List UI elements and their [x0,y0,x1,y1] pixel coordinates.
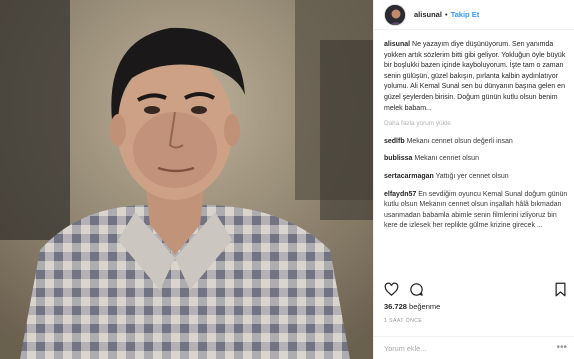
comment-item: elfaydn57 En sevdiğim oyuncu Kemal Sunal… [384,190,568,232]
comment-text: Mekanı cennet olsun [414,155,479,163]
caption-username[interactable]: alisunal [384,41,410,48]
action-bar [384,280,568,298]
load-more-comments-link[interactable]: Daha fazla yorum yükle [384,119,568,130]
likes-number: 36.728 [384,302,407,311]
post-photo[interactable] [0,0,373,359]
comment-text: Mekanı cennet olsun değerli insan [406,137,513,145]
comment-item: sertacarmagan Yattığı yer cennet olsun [384,172,568,183]
add-comment-bar: ••• [374,336,574,359]
comment-bubble-icon[interactable] [409,282,424,297]
post-header: alisunal • Takip Et [374,0,574,30]
comment-username[interactable]: sedlfb [384,138,405,145]
comment-item: bublissa Mekanı cennet olsun [384,154,568,165]
comment-username[interactable]: bublissa [384,155,412,162]
comment-username[interactable]: elfaydn57 [384,191,416,198]
more-options-icon[interactable]: ••• [556,342,567,353]
separator-dot: • [444,10,448,19]
post-timestamp: 1 SAAT ÖNCE [384,318,423,324]
comment-username[interactable]: sertacarmagan [384,173,434,180]
bookmark-icon[interactable] [553,282,568,297]
likes-label: beğenme [409,302,441,311]
username-link[interactable]: alisunal [414,10,442,19]
comments-fade [384,258,568,272]
post-caption: alisunal Ne yazayım diye düşünüyorum. Se… [384,40,568,114]
follow-button[interactable]: Takip Et [451,10,480,19]
portrait-image [0,0,373,359]
likes-count[interactable]: 36.728 beğenme [384,302,440,311]
comment-text: Yattığı yer cennet olsun [435,172,509,180]
post-side-panel: alisunal • Takip Et alisunal Ne yazayım … [373,0,574,359]
avatar-image [385,4,405,25]
comment-input[interactable] [384,343,544,353]
comment-item: sedlfb Mekanı cennet olsun değerli insan [384,137,568,148]
comments-list[interactable]: alisunal Ne yazayım diye düşünüyorum. Se… [384,40,568,272]
caption-text: Ne yazayım diye düşünüyorum. Sen yanımda… [384,41,566,112]
avatar[interactable] [384,3,406,26]
heart-icon[interactable] [384,282,399,297]
